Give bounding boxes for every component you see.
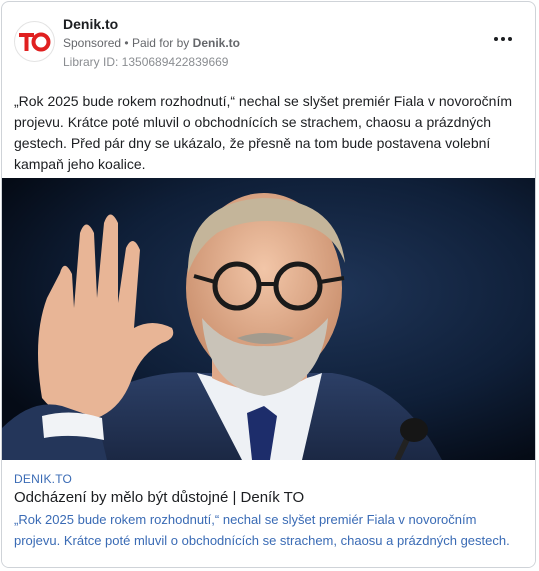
more-dots-icon	[494, 37, 498, 41]
sponsored-line: Sponsored • Paid for by Denik.to	[63, 36, 240, 50]
paid-for-prefix: Paid for by	[131, 36, 190, 50]
to-logo-icon	[18, 32, 50, 51]
sponsored-label: Sponsored	[63, 36, 122, 50]
more-options-button[interactable]	[491, 31, 515, 47]
separator-dot: •	[124, 36, 129, 50]
ad-body-text: „Rok 2025 bude rokem rozhodnutí,“ nechal…	[14, 93, 513, 172]
ad-card: Denik.to Sponsored • Paid for by Denik.t…	[1, 1, 536, 568]
library-id: Library ID: 1350689422839669	[63, 55, 229, 69]
paid-for-name[interactable]: Denik.to	[193, 36, 240, 50]
advertiser-logo[interactable]	[14, 21, 55, 62]
politician-photo	[2, 178, 535, 460]
ad-header: Denik.to Sponsored • Paid for by Denik.t…	[2, 2, 535, 82]
link-domain: DENIK.TO	[14, 472, 73, 486]
link-preview[interactable]: DENIK.TO Odcházení by mělo být důstojné …	[2, 460, 535, 567]
link-title[interactable]: Odcházení by mělo být důstojné | Deník T…	[14, 489, 304, 506]
advertiser-name[interactable]: Denik.to	[63, 16, 118, 32]
link-description: „Rok 2025 bude rokem rozhodnutí,“ nechal…	[14, 512, 510, 548]
ad-image[interactable]	[2, 178, 535, 460]
